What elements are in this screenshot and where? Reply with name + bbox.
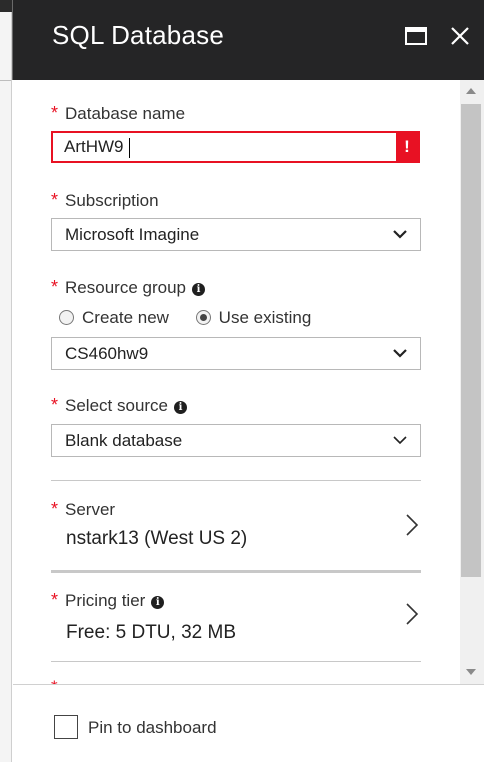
database-name-label: * Database name xyxy=(51,103,186,123)
subscription-label: * Subscription xyxy=(51,190,159,210)
select-source-label: * Select source i xyxy=(51,395,188,416)
server-value: nstark13 (West US 2) xyxy=(66,528,248,549)
radio-use-existing[interactable]: Use existing xyxy=(195,308,311,328)
blade-content: * Database name ArtHW9 ! * Subscription Mi… xyxy=(13,80,458,685)
maximize-button[interactable] xyxy=(402,22,430,50)
required-marker: * xyxy=(51,395,59,415)
radio-button[interactable] xyxy=(59,310,74,325)
scroll-up-arrow-icon[interactable] xyxy=(466,88,476,94)
blade-header: SQL Database xyxy=(13,0,484,80)
server-row[interactable]: * Server nstark13 (West US 2) xyxy=(51,481,421,561)
resource-group-value: CS460hw9 xyxy=(65,344,149,363)
scroll-down-arrow-icon[interactable] xyxy=(466,669,476,675)
select-source-value: Blank database xyxy=(65,431,183,450)
chevron-down-icon xyxy=(393,436,407,445)
chevron-down-icon xyxy=(393,230,407,239)
required-marker: * xyxy=(51,499,59,519)
chevron-right-icon xyxy=(406,603,419,625)
maximize-icon xyxy=(405,27,427,45)
required-marker: * xyxy=(51,190,59,210)
database-name-input[interactable]: ArtHW9 ! xyxy=(51,131,420,163)
close-icon xyxy=(451,27,469,45)
info-icon[interactable]: i xyxy=(191,283,205,296)
section-divider xyxy=(51,661,421,662)
database-name-value: ArtHW9 xyxy=(64,137,124,156)
pin-to-dashboard-checkbox[interactable] xyxy=(54,715,78,739)
resource-group-select[interactable]: CS460hw9 xyxy=(51,337,421,370)
radio-button-selected[interactable] xyxy=(195,310,211,325)
required-marker: * xyxy=(51,590,59,610)
vertical-scrollbar[interactable] xyxy=(460,80,484,685)
blade-title: SQL Database xyxy=(52,20,224,50)
chevron-right-icon xyxy=(406,514,419,536)
pricing-tier-value: Free: 5 DTU, 32 MB xyxy=(66,622,236,643)
validation-error-icon: ! xyxy=(396,133,418,161)
blade-footer: Pin to dashboard xyxy=(13,685,484,762)
server-label: * Server xyxy=(51,499,116,519)
required-marker: * xyxy=(51,277,59,297)
required-marker: * xyxy=(51,103,59,123)
radio-create-new[interactable]: Create new xyxy=(59,308,169,328)
subscription-select[interactable]: Microsoft Imagine xyxy=(51,218,421,251)
info-icon[interactable]: i xyxy=(174,401,188,414)
blade-left-edge xyxy=(12,0,13,80)
subscription-value: Microsoft Imagine xyxy=(65,225,200,244)
close-button[interactable] xyxy=(446,22,474,50)
pricing-tier-label: * Pricing tier i xyxy=(51,590,165,611)
resource-group-options: Create new Use existing xyxy=(59,308,333,328)
info-icon[interactable]: i xyxy=(151,596,165,609)
pricing-tier-row[interactable]: * Pricing tier i Free: 5 DTU, 32 MB xyxy=(51,572,421,652)
left-panel-edge xyxy=(0,12,12,762)
resource-group-label: * Resource group i xyxy=(51,277,205,298)
text-caret xyxy=(129,138,130,158)
sql-database-blade: SQL Database * Database name ArtHW9 ! * Su… xyxy=(13,0,484,762)
scrollbar-thumb[interactable] xyxy=(461,104,481,577)
select-source-select[interactable]: Blank database xyxy=(51,424,421,457)
left-panel-divider xyxy=(0,80,11,81)
pin-to-dashboard-label[interactable]: Pin to dashboard xyxy=(88,718,217,738)
chevron-down-icon xyxy=(393,349,407,358)
